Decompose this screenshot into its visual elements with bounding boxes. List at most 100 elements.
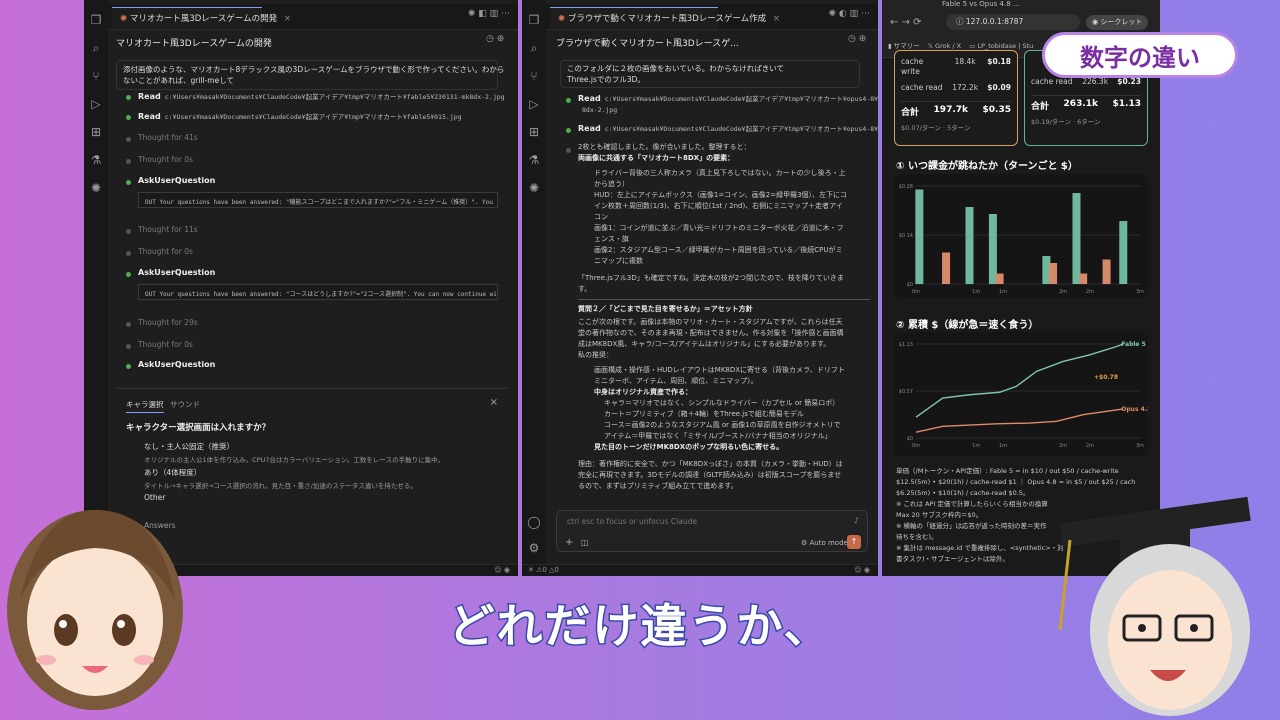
read-line-1: Read c:¥Users¥masak¥Documents¥ClaudeCode¥… [138,91,505,103]
profile-label: シークレット [1100,18,1143,26]
row-tokens: 172.2k [952,83,979,92]
row-usd: $0.09 [987,83,1011,92]
total-tokens: 263.1k [1063,99,1098,109]
x-tick-label: 2m [1086,443,1094,449]
bar [1079,273,1088,284]
bullet-item: ドライバー背後の三人称カメラ（真上見下ろしではない。カートの少し後ろ・上 [594,169,846,177]
thought-toggle[interactable]: Thought for 11s [138,225,198,234]
bar [1072,193,1081,284]
input-placeholder: ctrl esc to focus or unfocus Claude [567,517,697,526]
files-icon[interactable]: ❐ [526,12,542,28]
thought-toggle[interactable]: Thought for 29s [138,318,198,327]
x-tick-label: 1m [972,289,980,295]
series-line [915,343,1124,418]
test-icon[interactable]: ⚗ [88,152,104,168]
close-icon[interactable]: × [490,397,498,408]
source-control-icon[interactable]: ⑂ [526,68,542,84]
prompt-text-2: ないことがあれば、grill-meして [123,76,234,85]
extensions-icon[interactable]: ⊞ [88,124,104,140]
search-icon[interactable]: ⌕ [88,40,104,56]
close-icon[interactable]: × [284,14,291,24]
status-dot [126,322,131,327]
section-title-line: ② 累積 $（線が急＝速く食う） [896,320,1039,331]
account-icon[interactable]: ◯ [526,514,542,530]
subtitle-caption: どれだけ違うか、 [447,598,832,655]
tab-sound[interactable]: サウンド [170,399,200,410]
thought-toggle[interactable]: Thought for 0s [138,340,193,349]
sub-bullet-item: アイテム＝甲羅ではなく「ミサイル/ブースト/バナナ相当のオリジナル」 [604,432,832,440]
bookmarks-bar: ▮ サマリー 𝕏 Grok / X ▭ LP_tobidase | Stu [888,40,1033,50]
ask-user-question[interactable]: AskUserQuestion [138,175,215,187]
total-tokens: 197.7k [933,105,968,115]
series-label: Fable 5 [1121,341,1145,348]
option-1[interactable]: なし・主人公固定（推奨） オリジナルの主人公1体を作り込み。CPU7台はカラーバ… [144,441,444,464]
cost-row: cache read 172.2k $0.09 [901,83,1011,93]
thought-toggle[interactable]: Thought for 41s [138,133,198,142]
tab-bar: ✺ マリオカート風3Dレースゲームの開発 × ✺ ◧ ▥ ⋯ [108,4,518,30]
read-path: c:¥Users¥masak¥Documents¥ClaudeCode¥起業アイ… [604,125,878,133]
total-label: 合計 [1031,102,1050,112]
run-debug-icon[interactable]: ▷ [526,96,542,112]
response-heading: 両画像に共通する「マリオカート8DX」の要素： [578,154,735,162]
status-dot [126,180,131,185]
files-icon[interactable]: ❐ [88,12,104,28]
nav-back-icon[interactable]: ← → ⟳ [890,17,922,28]
bookmark-item[interactable]: LP_tobidase | Stu [977,42,1033,50]
claude-icon[interactable]: ✺ [526,180,542,196]
response-text: 堂の著作物なので、そのまま再現・配布はできません。作る対象を「操作感と画面構 [578,329,844,337]
total-usd: $0.35 [982,105,1011,115]
message-text: このフォルダに２枚の画像をおいている。わからなければきいて [567,64,785,73]
prompt-text-1: 添付画像のような、マリオカート8デラックス風の3Dレースゲームをブラウザで動く形… [123,65,505,74]
claude-icon[interactable]: ✺ [88,180,104,196]
ask-user-question[interactable]: AskUserQuestion [138,359,215,371]
annotation-label: +$0.78 [1094,374,1118,381]
tab-active[interactable]: ✺ ブラウザで動くマリオカート風3Dレースゲーム作成 × [550,7,780,29]
tab-actions-icon[interactable]: ✺ ◐ ▥ ⋯ [829,9,870,19]
bar [995,273,1004,284]
bullet-item: 画像2：スタジアム型コース／緑甲羅がカート周囲を回っている／後続CPUがミ [594,246,843,254]
question-text: キャラクター選択画面は入れますか？ [126,423,271,433]
tab-active[interactable]: ✺ マリオカート風3Dレースゲームの開発 × [112,7,291,29]
status-problems[interactable]: ✕ ⚠0 △0 [528,566,559,574]
tab-actions-icon[interactable]: ✺ ◧ ▥ ⋯ [468,9,510,19]
tab-chara[interactable]: キャラ選択 [126,399,164,413]
url-text: 127.0.0.1:8787 [965,17,1024,26]
search-icon[interactable]: ⌕ [526,40,542,56]
extensions-icon[interactable]: ⊞ [526,124,542,140]
attach-icon[interactable]: ◫ [581,538,589,547]
settings-gear-icon[interactable]: ⚙ [526,540,542,556]
response-text: 完全に再現できます。3Dモデルの調達（GLTF読み込み）は初版スコープを膨らませ [578,471,842,479]
bookmark-item[interactable]: Grok / X [935,42,961,50]
status-dot [126,272,131,277]
read-line-1: Read c:¥Users¥masak¥Documents¥ClaudeCode¥… [578,93,878,105]
thought-toggle[interactable]: Thought for 0s [138,247,193,256]
assistant-response: 2枚とも確認しました。像が合いました。整理すると： 両画像に共通する「マリオカー… [578,142,870,492]
tab-label: マリオカート風3Dレースゲームの開発 [129,14,278,24]
mic-icon[interactable]: ♪ [854,516,859,525]
address-bar[interactable]: ⓘ 127.0.0.1:8787 [946,14,1080,30]
run-debug-icon[interactable]: ▷ [88,96,104,112]
incognito-badge[interactable]: ◉ シークレット [1086,15,1149,30]
mode-selector[interactable]: ⚙ Auto mode [801,539,848,547]
mode-icon: ⚙ [801,539,810,547]
add-icon[interactable]: + [565,537,573,548]
read-path: c:¥Users¥masak¥Documents¥ClaudeCode¥起業アイ… [164,113,462,121]
history-icon[interactable]: ◷ ⊕ [848,34,866,44]
card-footer: $0.07/ターン · 5ターン [901,124,971,132]
bullet-item: HUD：左上にアイテムボックス（画像1=コイン、画像2=緑甲羅3個）、左下にコ [594,191,848,199]
test-icon[interactable]: ⚗ [526,152,542,168]
thought-toggle[interactable]: Thought for 0s [138,155,193,164]
cost-total-row: 合計 197.7k $0.35 [901,101,1011,118]
history-icon[interactable]: ◷ ⊕ [486,34,504,44]
source-control-icon[interactable]: ⑂ [88,68,104,84]
browser-tab[interactable]: Fable 5 vs Opus 4.8 ... [942,0,1020,8]
bar [915,189,924,284]
response-heading: 質問２／「どこまで見た目を寄せるか」＝アセット方針 [578,305,753,313]
bullet-item-cont: ミニターボ、アイテム、周回、順位、ミニマップ）。 [594,377,758,385]
chat-input[interactable]: ctrl esc to focus or unfocus Claude ♪ + … [556,510,868,552]
bookmark-item[interactable]: サマリー [894,42,920,50]
read-line-2: Read c:¥Users¥masak¥Documents¥ClaudeCode¥… [578,123,878,135]
close-icon[interactable]: × [773,14,780,24]
ask-user-question[interactable]: AskUserQuestion [138,267,215,279]
send-button[interactable]: ↑ [847,535,861,549]
